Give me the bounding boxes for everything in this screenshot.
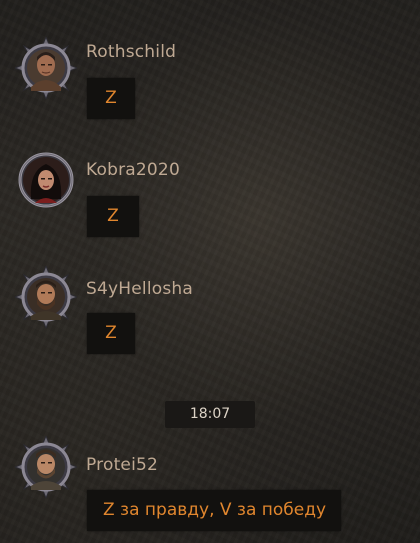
message-bubble: Z <box>87 78 135 119</box>
message-bubble: Z за правду, V за победу <box>87 490 342 531</box>
warrior-avatar-icon[interactable] <box>13 35 79 101</box>
woman-avatar-icon[interactable] <box>17 151 75 209</box>
username[interactable]: Protei52 <box>86 455 158 475</box>
message-bubble: Z <box>87 313 135 354</box>
username[interactable]: Kobra2020 <box>86 160 180 180</box>
username[interactable]: S4yHellosha <box>86 279 193 299</box>
bearded-warrior-avatar-icon[interactable] <box>13 264 79 330</box>
message-bubble: Z <box>87 196 139 237</box>
username[interactable]: Rothschild <box>86 42 176 62</box>
bearded-man-avatar-icon[interactable] <box>13 434 79 500</box>
timestamp-divider: 18:07 <box>165 401 255 428</box>
